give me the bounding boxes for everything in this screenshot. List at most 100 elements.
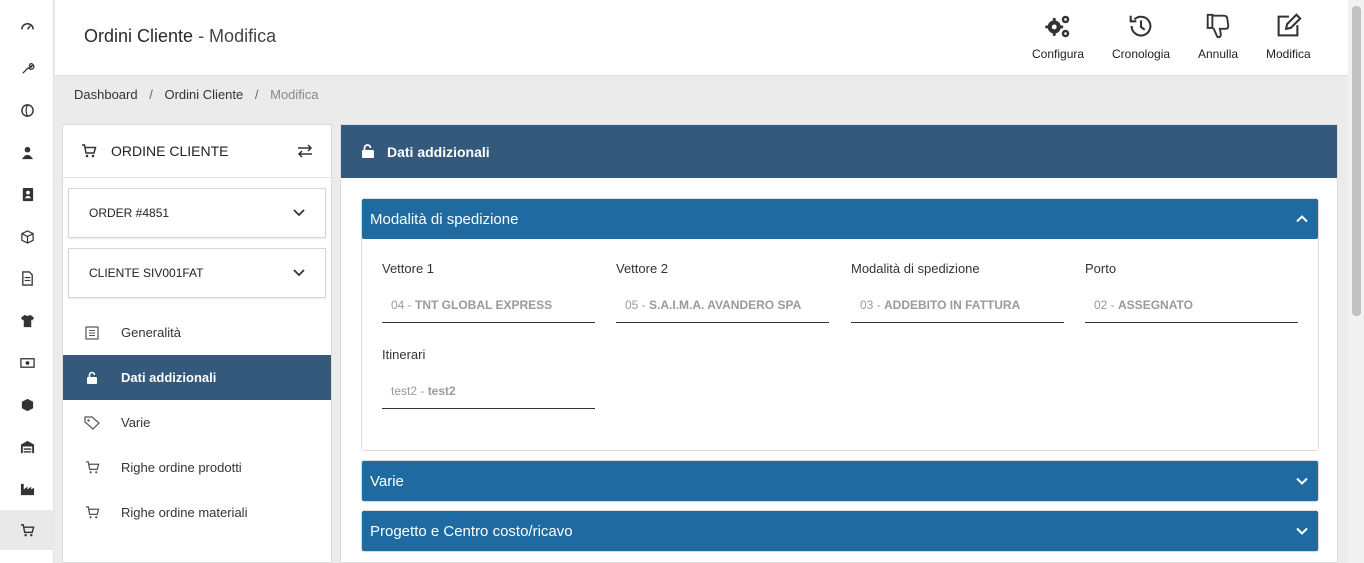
dashboard-icon[interactable]	[0, 6, 54, 46]
field-code: 05 -	[625, 298, 650, 312]
box-icon[interactable]	[0, 216, 54, 256]
nav-item-righe-prodotti[interactable]: Righe ordine prodotti	[63, 445, 331, 490]
modifica-button[interactable]: Modifica	[1266, 11, 1311, 67]
wrench-icon[interactable]	[0, 48, 54, 88]
field-modalita-spedizione: Modalità di spedizione 03 - ADDEBITO IN …	[851, 261, 1064, 323]
order-select[interactable]: ORDER #4851	[68, 188, 326, 238]
field-value: test2	[427, 384, 456, 398]
section-title: Varie	[370, 472, 404, 490]
chevron-up-icon	[1296, 215, 1308, 223]
field-label: Modalità di spedizione	[851, 261, 980, 276]
field-porto: Porto 02 - ASSEGNATO	[1085, 261, 1298, 323]
scrollbar-thumb[interactable]	[1352, 6, 1361, 316]
edit-icon	[1277, 13, 1302, 37]
field-label: Vettore 1	[382, 261, 435, 276]
order-select-value: ORDER #4851	[89, 206, 170, 220]
field-code: 03 -	[860, 298, 885, 312]
field-code: 02 -	[1094, 298, 1119, 312]
itinerari-input[interactable]: test2 - test2	[382, 384, 595, 409]
cart-icon	[85, 506, 99, 519]
cart-icon[interactable]	[0, 510, 54, 550]
globe-icon[interactable]	[0, 90, 54, 130]
breadcrumb-ordini-cliente[interactable]: Ordini Cliente	[164, 87, 243, 102]
chevron-down-icon	[293, 209, 305, 217]
chevron-down-icon	[1296, 527, 1308, 535]
side-panel-header: ORDINE CLIENTE	[63, 125, 331, 178]
side-nav: Generalità Dati addizionali Varie Righe …	[63, 310, 331, 535]
section-varie: Varie	[361, 460, 1319, 502]
chevron-down-icon	[1296, 477, 1308, 485]
section-header-modalita-spedizione[interactable]: Modalità di spedizione	[362, 199, 1318, 239]
page-title: Ordini Cliente - Modifica	[84, 26, 276, 47]
section-header-varie[interactable]: Varie	[362, 461, 1318, 501]
section-header-progetto-centro-costo[interactable]: Progetto e Centro costo/ricavo	[362, 511, 1318, 551]
cogs-icon	[1045, 15, 1070, 38]
vettore-2-input[interactable]: 05 - S.A.I.M.A. AVANDERO SPA	[616, 298, 829, 323]
breadcrumb-current: Modifica	[270, 87, 319, 102]
unlock-icon	[87, 371, 97, 384]
client-select[interactable]: CLIENTE SIV001FAT	[68, 248, 326, 298]
field-value: S.A.I.M.A. AVANDERO SPA	[649, 298, 802, 312]
nav-label: Generalità	[121, 325, 181, 340]
swap-icon[interactable]	[297, 144, 313, 158]
chevron-down-icon	[293, 269, 305, 277]
client-select-value: CLIENTE SIV001FAT	[89, 266, 204, 280]
cronologia-label: Cronologia	[1112, 47, 1171, 61]
modalita-spedizione-input[interactable]: 03 - ADDEBITO IN FATTURA	[851, 298, 1064, 323]
industry-icon[interactable]	[0, 468, 54, 508]
nav-item-righe-materiali[interactable]: Righe ordine materiali	[63, 490, 331, 535]
breadcrumb-separator: /	[254, 87, 259, 102]
cart-icon	[85, 461, 99, 474]
unlock-icon	[362, 144, 374, 158]
users-icon[interactable]	[0, 132, 54, 172]
money-icon[interactable]	[0, 342, 54, 382]
breadcrumb-dashboard[interactable]: Dashboard	[74, 87, 138, 102]
boxes-icon[interactable]	[0, 384, 54, 424]
list-icon	[85, 325, 99, 340]
field-itinerari: Itinerari test2 - test2	[382, 347, 595, 409]
history-icon	[1129, 15, 1152, 37]
warehouse-icon[interactable]	[0, 426, 54, 466]
field-vettore-1: Vettore 1 04 - TNT GLOBAL EXPRESS	[382, 261, 595, 323]
field-value: ASSEGNATO	[1118, 298, 1193, 312]
field-label: Porto	[1085, 261, 1117, 276]
breadcrumb: Dashboard / Ordini Cliente / Modifica	[74, 87, 319, 102]
annulla-label: Annulla	[1198, 47, 1239, 61]
breadcrumb-separator: /	[149, 87, 153, 102]
main-card-header: Dati addizionali	[341, 125, 1337, 178]
section-title: Progetto e Centro costo/ricavo	[370, 522, 573, 540]
nav-label: Dati addizionali	[121, 370, 217, 385]
field-label: Vettore 2	[616, 261, 669, 276]
section-modalita-spedizione: Modalità di spedizione Vettore 1 04 - TN…	[361, 198, 1319, 451]
annulla-button[interactable]: Annulla	[1198, 11, 1238, 67]
nav-label: Righe ordine materiali	[121, 505, 248, 520]
page-title-sub: - Modifica	[198, 26, 277, 46]
page-title-main: Ordini Cliente	[84, 26, 194, 46]
section-progetto-centro-costo: Progetto e Centro costo/ricavo	[361, 510, 1319, 552]
tag-icon	[84, 415, 100, 430]
page-scrollbar[interactable]	[1348, 0, 1364, 563]
cart-icon	[82, 144, 97, 158]
nav-item-varie[interactable]: Varie	[63, 400, 331, 445]
configura-button[interactable]: Configura	[1032, 11, 1084, 67]
field-value: ADDEBITO IN FATTURA	[884, 298, 1021, 312]
page-header: Ordini Cliente - Modifica Configura Cron…	[55, 0, 1348, 76]
order-side-panel: ORDINE CLIENTE ORDER #4851 CLIENTE SIV00…	[62, 124, 332, 563]
cronologia-button[interactable]: Cronologia	[1112, 11, 1170, 67]
nav-item-generalita[interactable]: Generalità	[63, 310, 331, 355]
field-label: Itinerari	[382, 347, 426, 362]
field-value: TNT GLOBAL EXPRESS	[415, 298, 553, 312]
nav-item-dati-addizionali[interactable]: Dati addizionali	[63, 355, 331, 400]
field-code: 04 -	[391, 298, 416, 312]
section-title: Modalità di spedizione	[370, 210, 519, 228]
porto-input[interactable]: 02 - ASSEGNATO	[1085, 298, 1298, 323]
vettore-1-input[interactable]: 04 - TNT GLOBAL EXPRESS	[382, 298, 595, 323]
document-icon[interactable]	[0, 258, 54, 298]
modifica-label: Modifica	[1266, 47, 1311, 61]
address-book-icon[interactable]	[0, 174, 54, 214]
shirt-icon[interactable]	[0, 300, 54, 340]
field-vettore-2: Vettore 2 05 - S.A.I.M.A. AVANDERO SPA	[616, 261, 829, 323]
side-panel-title: ORDINE CLIENTE	[111, 143, 229, 159]
thumbs-down-icon	[1206, 13, 1230, 39]
configura-label: Configura	[1032, 47, 1085, 61]
